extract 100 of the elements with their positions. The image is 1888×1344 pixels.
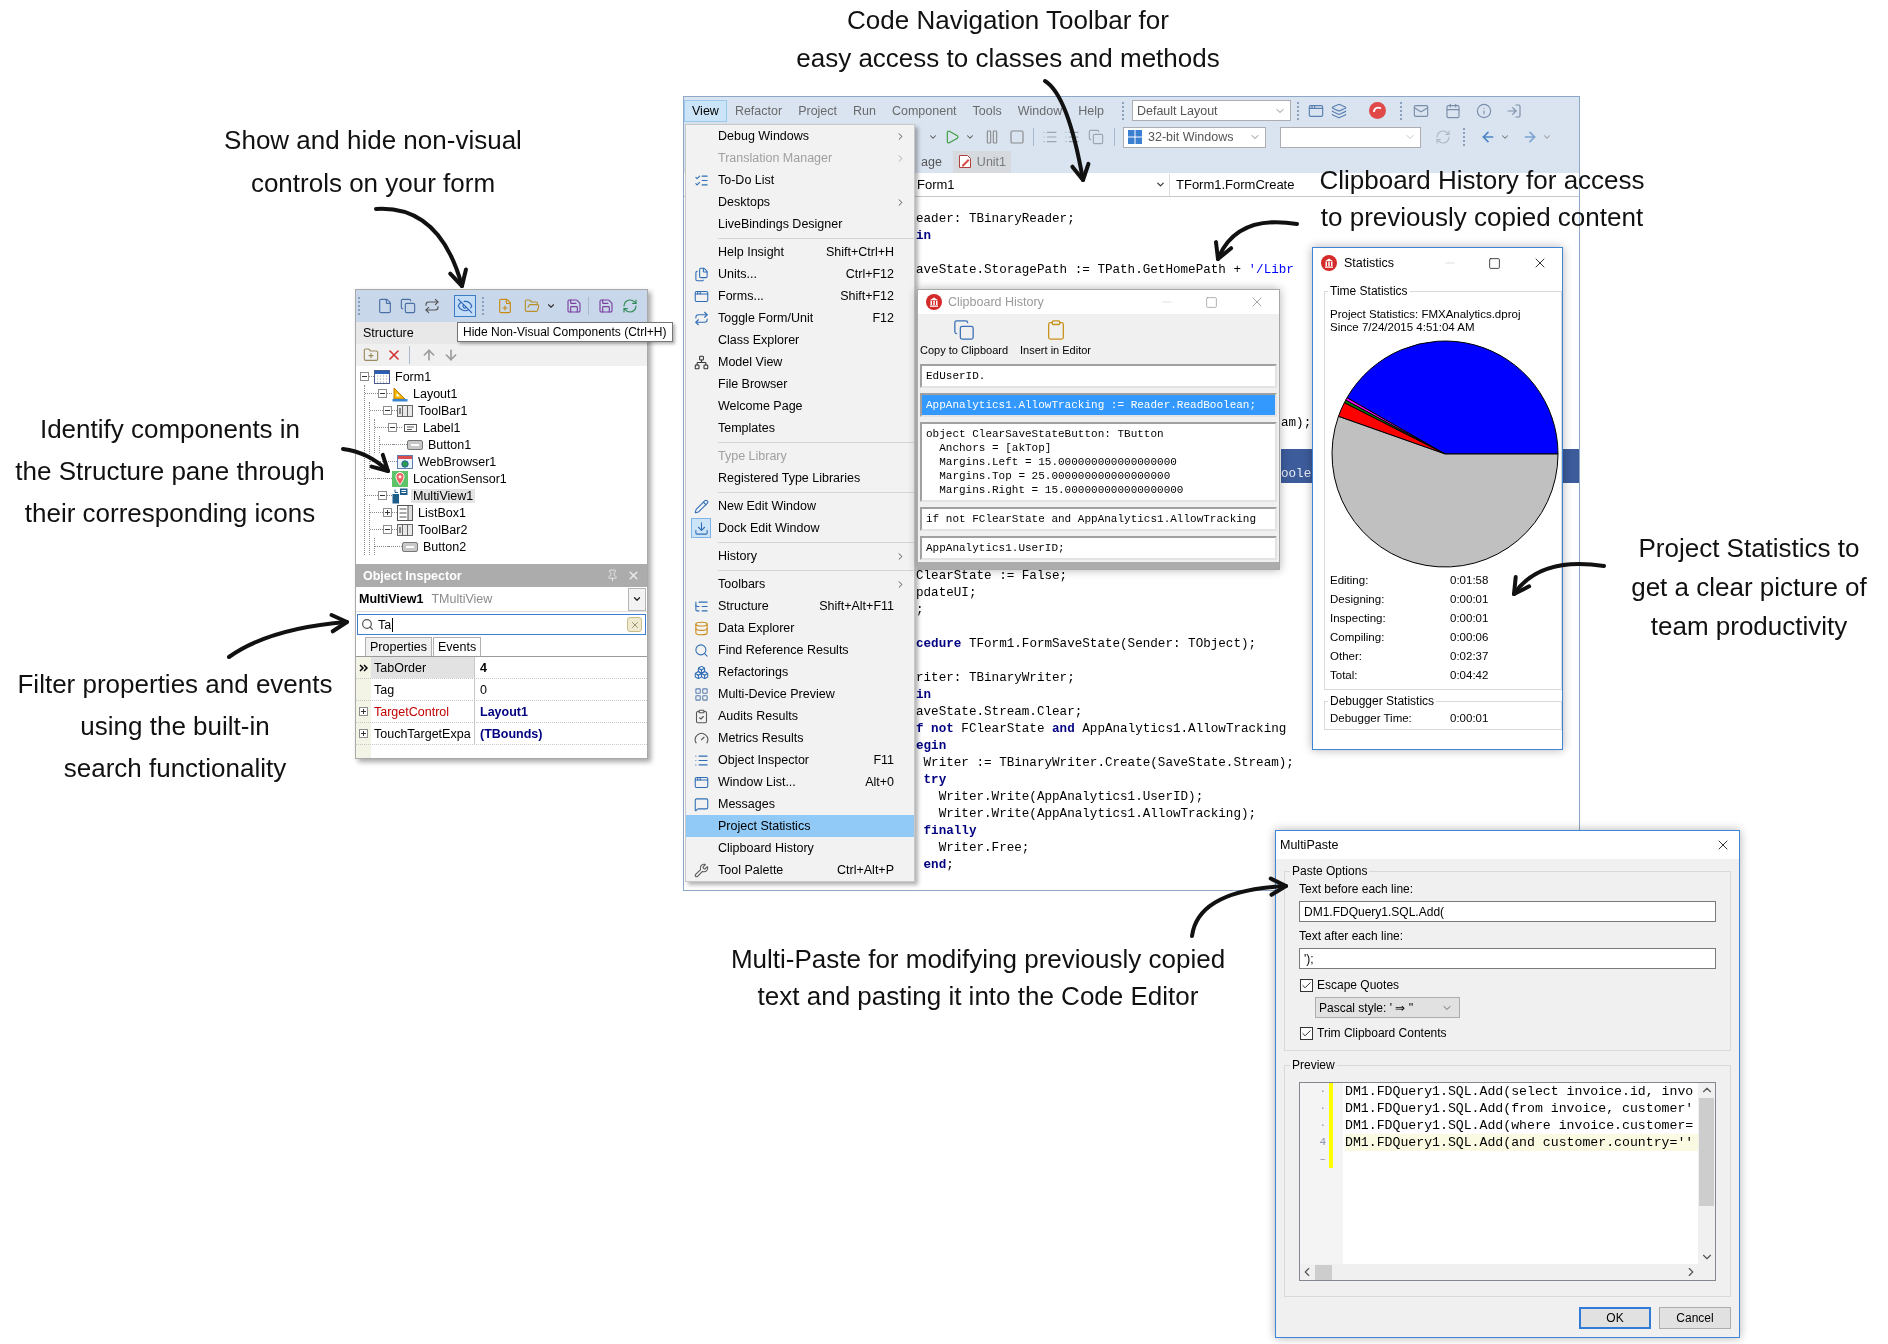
dialog-button[interactable]: Cancel: [1659, 1307, 1731, 1329]
method-dropdown[interactable]: TForm1.FormCreate: [1170, 173, 1295, 196]
menu-item[interactable]: LiveBindings Designer: [686, 213, 914, 235]
collapse-icon[interactable]: [383, 525, 392, 534]
info-icon[interactable]: [1475, 102, 1492, 119]
collapse-icon[interactable]: [388, 423, 397, 432]
property-name[interactable]: TargetControl: [371, 701, 475, 722]
tree-item[interactable]: Label1: [421, 420, 463, 435]
menu-item[interactable]: Find Reference Results: [686, 639, 914, 661]
menu-item[interactable]: File Browser: [686, 373, 914, 395]
text-field[interactable]: DM1.FDQuery1.SQL.Add(: [1299, 901, 1716, 922]
property-name[interactable]: TouchTargetExpa: [371, 723, 475, 744]
menu-item[interactable]: Toolbars: [686, 573, 914, 595]
tree-item[interactable]: Button2: [421, 539, 469, 554]
delete-icon[interactable]: [386, 347, 402, 363]
page-icon[interactable]: [377, 298, 393, 314]
scrollbar-thumb[interactable]: [1699, 1098, 1714, 1206]
play-icon[interactable]: [944, 129, 960, 145]
menu-item[interactable]: Welcome Page: [686, 395, 914, 417]
menu-item[interactable]: Data Explorer: [686, 617, 914, 639]
menu-item[interactable]: Registered Type Libraries: [686, 467, 914, 489]
file-plus-icon[interactable]: [497, 298, 513, 314]
refresh-icon[interactable]: [622, 298, 638, 314]
menu-item[interactable]: Multi-Device Preview: [686, 683, 914, 705]
stop-icon[interactable]: [1009, 129, 1025, 145]
menu-bar-item[interactable]: Window: [1009, 99, 1071, 122]
tab[interactable]: Events: [433, 637, 482, 656]
scrollbar-thumb[interactable]: [1315, 1264, 1332, 1280]
tree-item[interactable]: Form1: [393, 369, 434, 384]
disc-icon[interactable]: [1368, 102, 1386, 119]
menu-item[interactable]: Forms... Shift+F12: [686, 285, 914, 307]
toolbar-button[interactable]: Copy to Clipboard: [919, 317, 1010, 358]
tree-item[interactable]: LocationSensor1: [411, 471, 509, 486]
clipboard-entry[interactable]: AppAnalytics1.UserID;: [920, 536, 1277, 560]
component-selector[interactable]: MultiView1 TMultiView: [356, 587, 647, 612]
eye-off-icon[interactable]: [454, 295, 476, 317]
login-arrow-icon[interactable]: [1505, 102, 1522, 119]
menu-bar-item[interactable]: Refactor: [726, 99, 791, 122]
menu-item[interactable]: Units... Ctrl+F12: [686, 263, 914, 285]
tree-item[interactable]: Layout1: [411, 386, 460, 401]
expand-icon[interactable]: [359, 729, 368, 738]
platform-dropdown[interactable]: 32-bit Windows: [1123, 126, 1266, 148]
folder-plus-icon[interactable]: [363, 347, 379, 363]
forward-arrow-icon[interactable]: [1522, 129, 1538, 145]
text-field[interactable]: ');: [1299, 948, 1716, 969]
menu-item[interactable]: Desktops: [686, 191, 914, 213]
collapse-icon[interactable]: [383, 406, 392, 415]
clipboard-entry[interactable]: if not FClearState and AppAnalytics1.AllowTracking: [920, 507, 1277, 531]
menu-bar-item[interactable]: Help: [1070, 99, 1112, 122]
tree-item[interactable]: WebBrowser1: [416, 454, 499, 469]
menu-item[interactable]: Audits Results: [686, 705, 914, 727]
pause-icon[interactable]: [984, 129, 1000, 145]
menu-item[interactable]: Templates: [686, 417, 914, 439]
expand-icon[interactable]: [383, 508, 392, 517]
menu-item[interactable]: Metrics Results: [686, 727, 914, 749]
menu-item[interactable]: Object Inspector F11: [686, 749, 914, 771]
tree-item[interactable]: Button1: [426, 437, 474, 452]
property-name[interactable]: TabOrder: [371, 657, 475, 678]
tree-item[interactable]: MultiView1: [411, 488, 476, 503]
menu-item[interactable]: Model View: [686, 351, 914, 373]
menu-item[interactable]: Structure Shift+Alt+F11: [686, 595, 914, 617]
search-field[interactable]: Ta: [357, 614, 646, 635]
menu-bar-item[interactable]: Tools: [964, 99, 1010, 122]
window-icon[interactable]: [1307, 102, 1324, 119]
menu-bar-item[interactable]: Project: [790, 99, 846, 122]
dropdown-button[interactable]: [628, 587, 646, 611]
menu-item[interactable]: Toggle Form/Unit F12: [686, 307, 914, 329]
caret-icon[interactable]: [965, 132, 975, 142]
folder-open-icon[interactable]: [524, 298, 540, 314]
envelope-icon[interactable]: [1412, 102, 1429, 119]
tree-item[interactable]: ListBox1: [416, 505, 468, 520]
menu-item[interactable]: Class Explorer: [686, 329, 914, 351]
property-value[interactable]: 4: [475, 657, 647, 678]
repeat-arrows-icon[interactable]: [424, 298, 440, 314]
layers-icon[interactable]: [1330, 102, 1347, 119]
toolbar-button[interactable]: Insert in Editor: [1019, 317, 1092, 358]
menu-item[interactable]: Project Statistics: [686, 815, 914, 837]
menu-item[interactable]: New Edit Window: [686, 495, 914, 517]
property-name[interactable]: Tag: [371, 679, 475, 700]
class-dropdown[interactable]: Form1: [916, 173, 1170, 196]
menu-item[interactable]: To-Do List: [686, 169, 914, 191]
expand-icon[interactable]: [359, 707, 368, 716]
layout-dropdown[interactable]: Default Layout: [1131, 100, 1291, 121]
menu-bar-item[interactable]: Run: [845, 99, 884, 122]
menu-item[interactable]: Help Insight Shift+Ctrl+H: [686, 241, 914, 263]
copy-icon[interactable]: [1088, 129, 1104, 145]
tree-item[interactable]: ToolBar2: [416, 522, 470, 537]
clear-icon[interactable]: [627, 617, 642, 632]
property-value[interactable]: Layout1: [475, 701, 647, 722]
checkbox[interactable]: [1300, 1026, 1313, 1040]
property-value[interactable]: 0: [475, 679, 647, 700]
copy-icon[interactable]: [400, 298, 416, 314]
checkbox[interactable]: [1300, 978, 1313, 992]
collapse-icon[interactable]: [378, 491, 387, 500]
maximize-icon[interactable]: [1488, 256, 1501, 270]
down-arrow-icon[interactable]: [443, 347, 459, 363]
tree-item[interactable]: ToolBar1: [416, 403, 470, 418]
collapse-icon[interactable]: [378, 389, 387, 398]
caret-icon[interactable]: [546, 301, 556, 311]
clipboard-entry[interactable]: object ClearSaveStateButton: TButton Anchors = [akTop] Margins.Left = 15.000000000000000000 Margins.Top = 25.000000000000000000 Margins.Right = 15.000000000000000000: [920, 422, 1277, 502]
